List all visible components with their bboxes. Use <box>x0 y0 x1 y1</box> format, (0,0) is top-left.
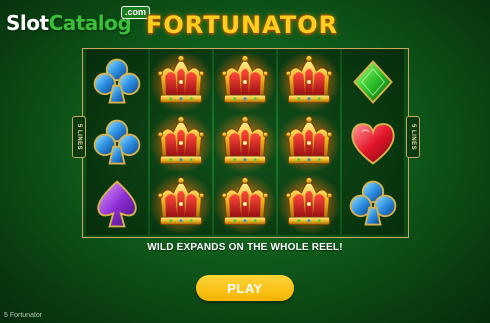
slotcatalog-watermark: SlotCatalog .com <box>6 6 151 35</box>
crown-symbol-icon <box>281 54 337 110</box>
crown-symbol-icon <box>217 115 273 171</box>
crown-symbol-icon <box>281 115 337 171</box>
game-logo: FORTUNATOR <box>146 11 339 39</box>
lines-indicator-right: 5 LINES <box>406 116 420 158</box>
spade-purple-symbol-icon <box>89 176 145 232</box>
crown-symbol-icon <box>217 54 273 110</box>
crown-symbol-icon <box>153 54 209 110</box>
crown-symbol-icon <box>281 176 337 232</box>
club-blue-symbol-icon <box>89 115 145 171</box>
wild-expands-message: WILD EXPANDS ON THE WHOLE REEL! <box>147 242 343 253</box>
footer-game-name: 5 Fortunator <box>4 312 43 319</box>
diamond-green-symbol-icon <box>345 54 401 110</box>
crown-symbol-icon <box>153 176 209 232</box>
lines-indicator-left: 5 LINES <box>72 116 86 158</box>
heart-red-symbol-icon <box>345 115 401 171</box>
play-button[interactable]: PLAY <box>196 275 294 301</box>
watermark-text: SlotCatalog <box>6 11 132 35</box>
club-blue-symbol-icon <box>345 176 401 232</box>
crown-symbol-icon <box>153 115 209 171</box>
club-blue-symbol-icon <box>89 54 145 110</box>
crown-symbol-icon <box>217 176 273 232</box>
